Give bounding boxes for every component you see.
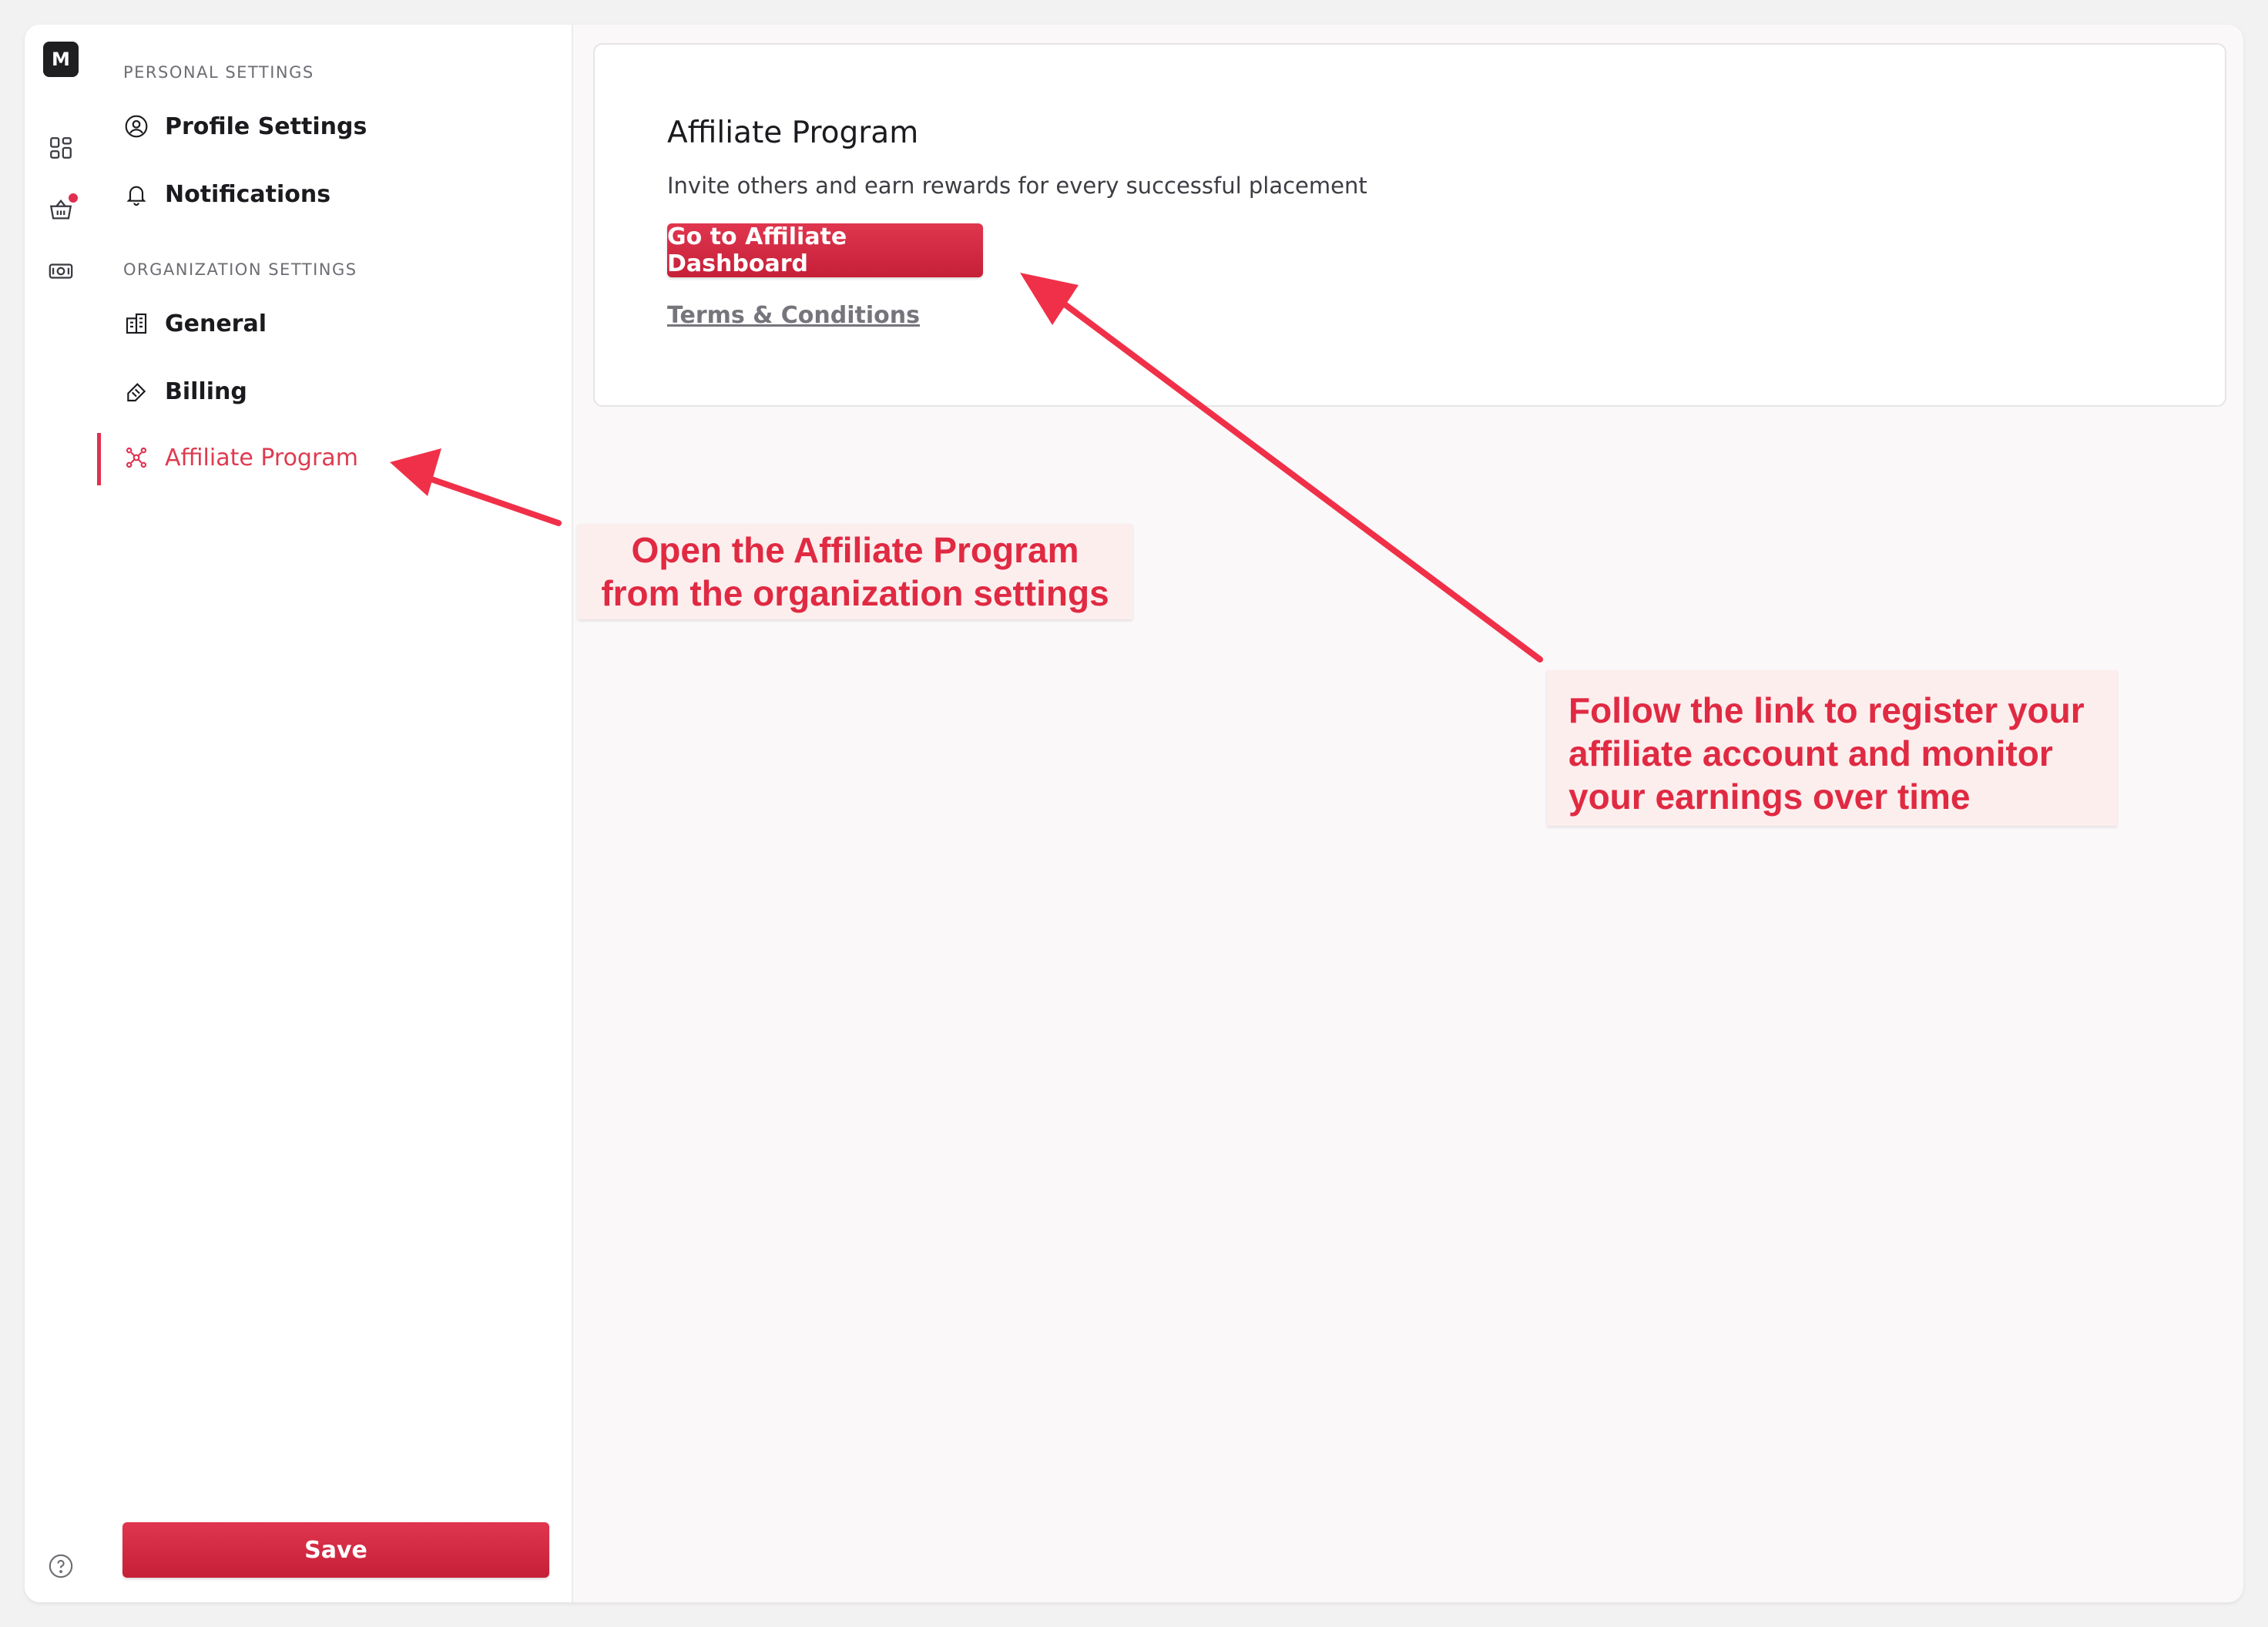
building-icon — [123, 310, 149, 337]
organization-settings-heading: ORGANIZATION SETTINGS — [123, 260, 357, 279]
sidebar-item-label: General — [165, 310, 267, 337]
sidebar-item-billing[interactable]: Billing — [97, 367, 572, 416]
annotation-callout-right: Follow the link to register your affilia… — [1547, 670, 2117, 826]
sidebar-item-label: Affiliate Program — [165, 444, 358, 471]
sidebar-item-general[interactable]: General — [97, 299, 572, 348]
sidebar-item-label: Notifications — [165, 180, 331, 208]
icon-rail: M — [25, 25, 99, 1602]
sidebar-item-notifications[interactable]: Notifications — [97, 169, 572, 219]
help-circle-icon[interactable] — [48, 1553, 74, 1579]
bell-icon — [123, 181, 149, 207]
sidebar-item-affiliate-program[interactable]: Affiliate Program — [97, 433, 572, 485]
page-title: Affiliate Program — [667, 116, 919, 150]
personal-settings-heading: PERSONAL SETTINGS — [123, 63, 314, 82]
app-window: M PERSONAL SETTINGS Profile Settings Not… — [25, 25, 2243, 1602]
annotation-line: Open the Affiliate Program — [631, 530, 1079, 570]
affiliate-program-card: Affiliate Program Invite others and earn… — [593, 43, 2226, 407]
annotation-line: Follow the link to register your — [1568, 690, 2085, 730]
settings-sidebar: PERSONAL SETTINGS Profile Settings Notif… — [97, 25, 573, 1602]
annotation-callout-left: Open the Affiliate Program from the orga… — [578, 524, 1132, 619]
annotation-line: your earnings over time — [1568, 777, 1971, 817]
affiliate-network-icon — [123, 444, 149, 471]
sidebar-item-label: Profile Settings — [165, 112, 367, 140]
go-to-affiliate-dashboard-button[interactable]: Go to Affiliate Dashboard — [667, 223, 983, 277]
notification-dot — [69, 193, 78, 203]
user-circle-icon — [123, 113, 149, 139]
terms-conditions-link[interactable]: Terms & Conditions — [667, 302, 920, 329]
sidebar-item-label: Billing — [165, 377, 247, 405]
save-button[interactable]: Save — [122, 1522, 549, 1578]
annotation-line: from the organization settings — [601, 573, 1109, 613]
dashboard-grid-icon[interactable] — [47, 134, 75, 162]
cash-icon[interactable] — [47, 257, 75, 285]
annotation-line: affiliate account and monitor — [1568, 733, 2053, 773]
workspace-logo[interactable]: M — [43, 42, 79, 77]
receipt-icon — [123, 378, 149, 404]
sidebar-item-profile-settings[interactable]: Profile Settings — [97, 102, 572, 151]
page-description: Invite others and earn rewards for every… — [667, 173, 1367, 199]
basket-icon[interactable] — [47, 193, 78, 223]
